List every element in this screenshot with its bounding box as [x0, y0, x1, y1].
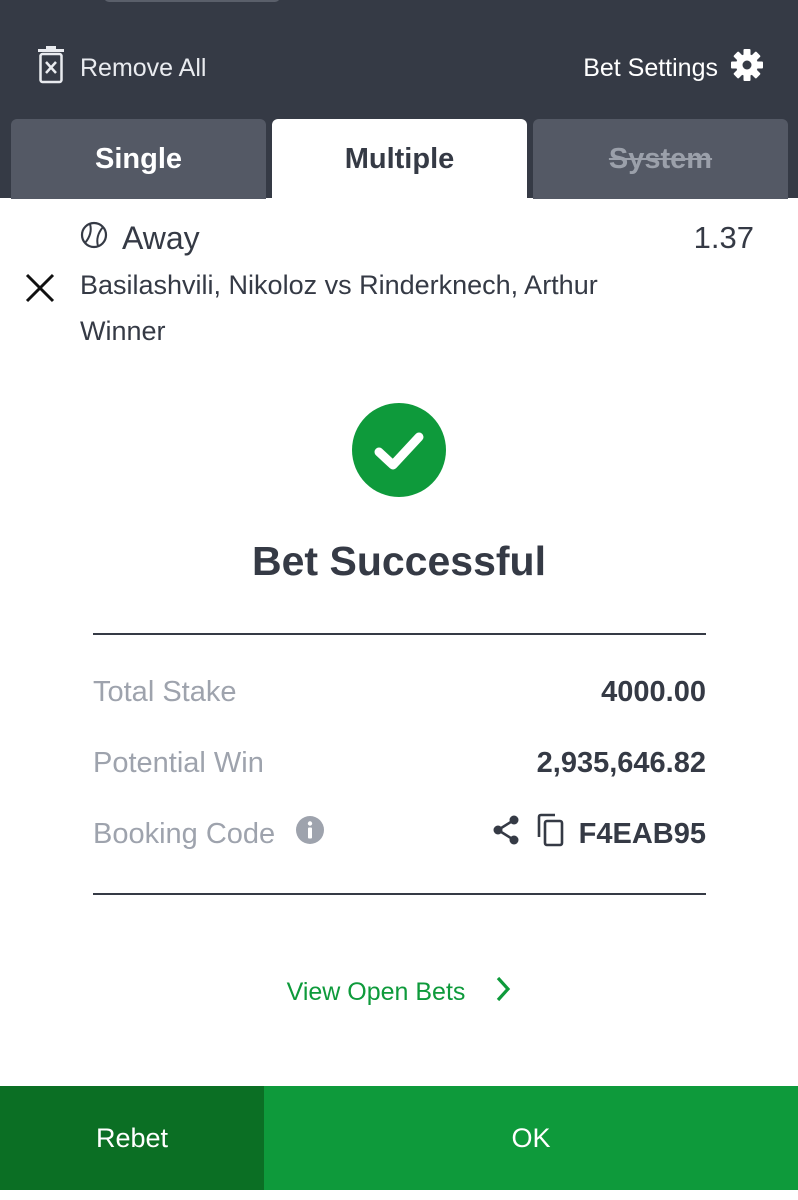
- share-icon[interactable]: [491, 814, 521, 854]
- gear-icon: [730, 48, 764, 89]
- potential-win-value: 2,935,646.82: [536, 746, 706, 779]
- rebet-button[interactable]: Rebet: [0, 1086, 264, 1190]
- betslip-header: Remove All Bet Settings Single Multiple …: [0, 0, 798, 199]
- drag-handle[interactable]: [104, 0, 280, 2]
- booking-code-value: F4EAB95: [578, 817, 706, 850]
- booking-code-row: Booking Code F4EAB95: [93, 812, 706, 856]
- bottom-strip: [0, 1190, 798, 1200]
- close-icon[interactable]: [22, 270, 58, 306]
- remove-all-button[interactable]: Remove All: [36, 45, 207, 91]
- divider: [93, 633, 706, 635]
- booking-code-value-group: F4EAB95: [491, 813, 706, 855]
- copy-icon[interactable]: [535, 813, 565, 855]
- check-circle-icon: [352, 403, 446, 497]
- total-stake-value: 4000.00: [601, 675, 706, 708]
- tab-single[interactable]: Single: [11, 119, 266, 199]
- view-open-bets-link[interactable]: View Open Bets: [0, 975, 798, 1010]
- selection-pick: Away: [80, 220, 200, 257]
- chevron-right-icon: [495, 975, 511, 1010]
- tennis-ball-icon: [80, 220, 108, 257]
- footer-actions: Rebet OK: [0, 1086, 798, 1190]
- selection-pick-label: Away: [122, 220, 200, 256]
- ok-button[interactable]: OK: [264, 1086, 798, 1190]
- booking-code-label-group: Booking Code: [93, 815, 325, 853]
- tab-multiple[interactable]: Multiple: [272, 119, 527, 199]
- success-title: Bet Successful: [252, 538, 546, 584]
- booking-code-label: Booking Code: [93, 817, 276, 850]
- remove-all-label: Remove All: [80, 53, 207, 82]
- total-stake-label: Total Stake: [93, 675, 237, 708]
- view-open-bets-label: View Open Bets: [286, 978, 466, 1006]
- potential-win-label: Potential Win: [93, 746, 264, 779]
- trash-icon: [36, 45, 66, 91]
- selection-match: Basilashvili, Nikoloz vs Rinderknech, Ar…: [80, 270, 598, 300]
- bet-settings-label: Bet Settings: [583, 53, 718, 82]
- divider: [93, 893, 706, 895]
- tab-system[interactable]: System: [533, 119, 788, 199]
- selection-odds: 1.37: [693, 220, 754, 255]
- bet-settings-button[interactable]: Bet Settings: [583, 46, 764, 90]
- bet-selection: Away 1.37 Basilashvili, Nikoloz vs Rinde…: [0, 198, 798, 358]
- potential-win-row: Potential Win 2,935,646.82: [93, 741, 706, 785]
- selection-market: Winner: [80, 316, 166, 346]
- total-stake-row: Total Stake 4000.00: [93, 670, 706, 714]
- info-icon[interactable]: [295, 815, 325, 853]
